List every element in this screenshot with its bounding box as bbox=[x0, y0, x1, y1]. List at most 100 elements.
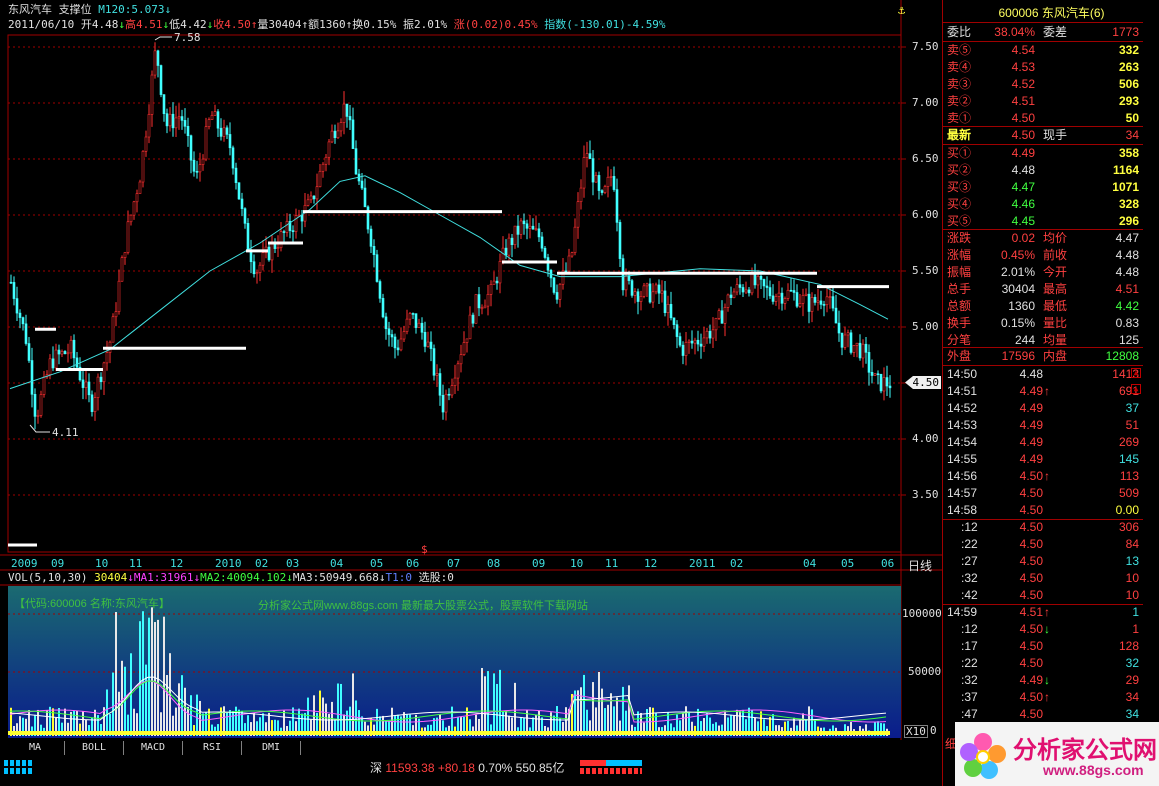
stat-row[interactable]: 涨幅 0.45% 前收 4.48 bbox=[943, 247, 1143, 264]
tick-row[interactable]: 14:51 4.49 ↑ 691 bbox=[943, 383, 1143, 400]
tick-row[interactable]: 14:50 4.48 1413 bbox=[943, 366, 1143, 383]
candle-body bbox=[627, 275, 631, 281]
waipan-row[interactable]: 外盘 17596 内盘 12808 bbox=[943, 348, 1143, 365]
ask-row[interactable]: 卖⑤ 4.54 332 bbox=[943, 42, 1143, 59]
candle-body bbox=[867, 352, 871, 373]
tick-row[interactable]: 14:59 4.51 ↑ 1 bbox=[943, 604, 1143, 621]
bid-label: 买① bbox=[947, 146, 972, 160]
bid-row[interactable]: 买⑤ 4.45 296 bbox=[943, 213, 1143, 230]
candle-body bbox=[441, 394, 445, 413]
candle-body bbox=[15, 298, 19, 314]
bid-label: 买⑤ bbox=[947, 214, 972, 228]
candle-body bbox=[12, 282, 16, 299]
candle-body bbox=[468, 314, 472, 340]
candle-body bbox=[63, 351, 67, 355]
tab-dmi[interactable]: DMI bbox=[242, 741, 301, 755]
tick-time: 14:54 bbox=[947, 435, 978, 449]
stat-row[interactable]: 总手 30404 最高 4.51 bbox=[943, 281, 1143, 298]
ask-row[interactable]: 卖① 4.50 50 bbox=[943, 110, 1143, 127]
vol-label[interactable]: VOL(5,10,30) bbox=[8, 571, 87, 584]
tick-price: 4.50 bbox=[1019, 588, 1043, 602]
tick-time: 14:53 bbox=[947, 418, 978, 432]
tick-price: 4.49 bbox=[1019, 673, 1043, 687]
tick-price: 4.49 bbox=[1019, 435, 1043, 449]
bid-row[interactable]: 买③ 4.47 1071 bbox=[943, 179, 1143, 196]
tick-row[interactable]: :22 4.50 84 bbox=[943, 536, 1143, 553]
tick-row[interactable]: :37 4.50 ↑ 34 bbox=[943, 689, 1143, 706]
candle-body bbox=[390, 334, 394, 338]
tick-row[interactable]: :27 4.50 13 bbox=[943, 553, 1143, 570]
tick-price: 4.50 bbox=[1019, 571, 1043, 585]
tick-row[interactable]: 14:55 4.49 145 bbox=[943, 451, 1143, 468]
kline-chart[interactable] bbox=[0, 0, 942, 786]
candle-body bbox=[285, 221, 289, 233]
candle-body bbox=[483, 305, 487, 309]
candle-body bbox=[81, 379, 85, 388]
weibi-row[interactable]: 委比 38.04% 委差 1773 bbox=[943, 24, 1143, 41]
candle-body bbox=[213, 111, 217, 116]
tick-row[interactable]: :12 4.50 ↓ 1 bbox=[943, 621, 1143, 638]
ask-row[interactable]: 卖④ 4.53 263 bbox=[943, 59, 1143, 76]
tick-row[interactable]: :22 4.50 32 bbox=[943, 655, 1143, 672]
candle-body bbox=[267, 246, 271, 261]
candle-body bbox=[282, 231, 286, 233]
candle-body bbox=[69, 339, 73, 354]
dividend-marker[interactable]: $ bbox=[421, 543, 428, 556]
candle-body bbox=[261, 252, 265, 266]
stat-row[interactable]: 振幅 2.01% 今开 4.48 bbox=[943, 264, 1143, 281]
time-tick-label: 05 bbox=[370, 557, 384, 570]
tick-price: 4.48 bbox=[1019, 367, 1043, 381]
tab-macd[interactable]: MACD bbox=[124, 741, 183, 755]
anchor-icon[interactable]: ⚓ bbox=[898, 3, 905, 17]
tick-row[interactable]: :47 4.50 34 bbox=[943, 706, 1143, 723]
tick-row[interactable]: 14:52 4.49 37 bbox=[943, 400, 1143, 417]
ask-row[interactable]: 卖② 4.51 293 bbox=[943, 93, 1143, 110]
candle-body bbox=[141, 150, 145, 183]
bid-row[interactable]: 买④ 4.46 328 bbox=[943, 196, 1143, 213]
tick-row[interactable]: 14:58 4.50 0.00 bbox=[943, 502, 1143, 519]
ask-row[interactable]: 卖③ 4.52 506 bbox=[943, 76, 1143, 93]
vol-ma1: MA1:31961 bbox=[133, 571, 194, 584]
candle-body bbox=[27, 343, 31, 361]
candle-body bbox=[501, 247, 505, 262]
stat-row[interactable]: 总额 1360 最低 4.42 bbox=[943, 298, 1143, 315]
tick-row[interactable]: 14:56 4.50 ↑ 113 bbox=[943, 468, 1143, 485]
market-index[interactable]: 深 11593.38 +80.18 0.70% 550.85亿 bbox=[370, 759, 564, 776]
scroll-up-icon[interactable]: ▲ bbox=[1131, 384, 1141, 394]
tick-row[interactable]: :42 4.50 10 bbox=[943, 587, 1143, 604]
tick-row[interactable]: :12 4.50 306 bbox=[943, 519, 1143, 536]
scroll-up-icon[interactable]: ▲ bbox=[1131, 368, 1141, 378]
tick-row[interactable]: :32 4.49 ↓ 29 bbox=[943, 672, 1143, 689]
volume-bar bbox=[577, 690, 579, 736]
candle-body bbox=[678, 336, 682, 346]
time-tick-label: 10 bbox=[95, 557, 109, 570]
tab-boll[interactable]: BOLL bbox=[65, 741, 124, 755]
stat-label-2: 均价 bbox=[1043, 231, 1068, 245]
candle-body bbox=[642, 285, 646, 297]
tick-row[interactable]: 14:57 4.50 509 bbox=[943, 485, 1143, 502]
candle-body bbox=[762, 279, 766, 287]
tab-rsi[interactable]: RSI bbox=[183, 741, 242, 755]
stat-row[interactable]: 换手 0.15% 量比 0.83 bbox=[943, 315, 1143, 332]
price-tick-label: 5.50 bbox=[912, 264, 939, 277]
candle-body bbox=[216, 111, 220, 129]
bid-row[interactable]: 买② 4.48 1164 bbox=[943, 162, 1143, 179]
latest-row[interactable]: 最新 4.50 现手 34 bbox=[943, 127, 1143, 144]
candle-body bbox=[240, 198, 244, 209]
market-name: 深 bbox=[370, 761, 383, 775]
stat-row[interactable]: 涨跌 0.02 均价 4.47 bbox=[943, 230, 1143, 247]
tick-row[interactable]: 14:54 4.49 269 bbox=[943, 434, 1143, 451]
candle-body bbox=[243, 208, 247, 224]
tab-ma[interactable]: MA bbox=[6, 741, 65, 755]
volume-bar bbox=[121, 660, 123, 736]
candle-body bbox=[498, 261, 502, 284]
candle-body bbox=[840, 332, 844, 348]
candle-body bbox=[180, 116, 184, 121]
candle-body bbox=[573, 226, 577, 253]
bid-row[interactable]: 买① 4.49 358 bbox=[943, 145, 1143, 162]
period-button[interactable]: 日线 bbox=[908, 557, 932, 574]
time-tick-label: 06 bbox=[881, 557, 895, 570]
tick-row[interactable]: 14:53 4.49 51 bbox=[943, 417, 1143, 434]
tick-row[interactable]: :17 4.50 128 bbox=[943, 638, 1143, 655]
tick-row[interactable]: :32 4.50 10 bbox=[943, 570, 1143, 587]
